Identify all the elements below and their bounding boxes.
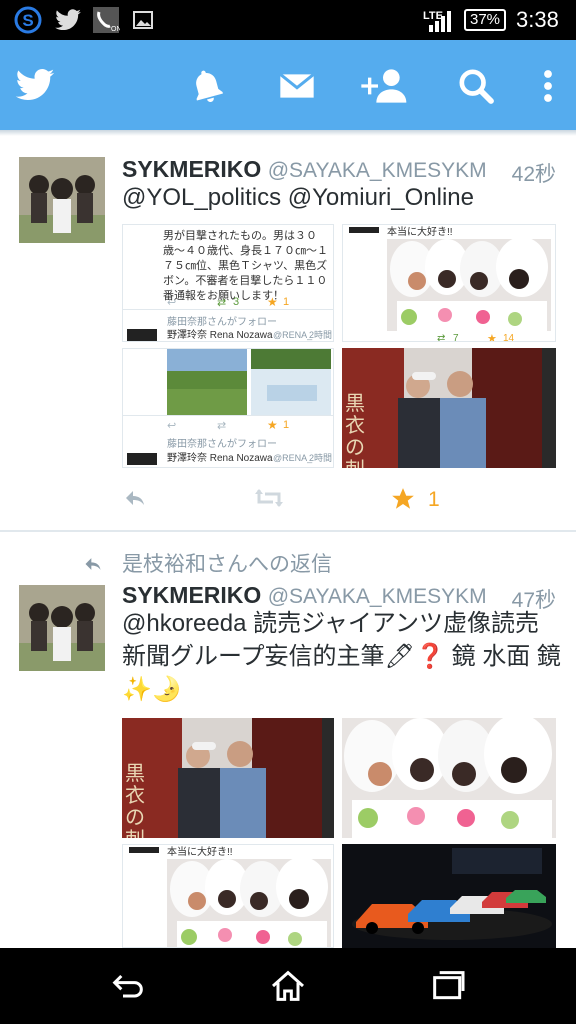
- author-handle: @SAYAKA_KMESYKM: [267, 585, 487, 608]
- svg-text:ON: ON: [111, 26, 120, 33]
- embedded-retweet-count: 3: [233, 296, 240, 308]
- mini-avatar-2: [127, 453, 157, 465]
- avatar-photo: [19, 585, 105, 671]
- embedded-retweet-icon-2: ⇄: [437, 333, 446, 342]
- wedding-photo: [387, 239, 551, 331]
- movie-poster-photo: [122, 718, 334, 838]
- system-nav-bar: [0, 948, 576, 1024]
- author-name[interactable]: SYKMERIKO: [122, 582, 261, 608]
- status-bar: S ON LTE 37% 3:38: [0, 0, 576, 40]
- embedded-time-ago-2: 2時間: [309, 453, 333, 463]
- embedded-time-ago: 2時間: [309, 330, 333, 340]
- embedded-retweet-count-2: 7: [453, 333, 459, 342]
- embedded-user-name-2: 野澤玲奈 Rena Nozawa: [167, 453, 273, 464]
- embedded-user-handle-2: @RENA_: [273, 453, 313, 463]
- tweet-author-line: SYKMERIKO @SAYAKA_KMESYKM: [122, 582, 487, 609]
- embedded-star-icon-2: ★: [487, 333, 497, 342]
- embedded-reply-icon-2: ↩: [167, 420, 177, 432]
- home-icon[interactable]: [268, 966, 308, 1006]
- media-movie-poster-photo[interactable]: 黒衣の刺: [122, 718, 334, 838]
- embedded-fav-count-3: 1: [283, 419, 290, 431]
- movie-poster-photo: [342, 348, 556, 468]
- embedded-fav-count: 1: [283, 296, 290, 308]
- wedding-photo: [342, 718, 556, 838]
- racecars-photo: [342, 844, 556, 948]
- call-on-icon: ON: [93, 7, 120, 33]
- twitter-notification-icon: [55, 9, 81, 31]
- embedded-star-icon-3: ★: [267, 418, 278, 432]
- app-s-icon: S: [14, 6, 42, 34]
- tweet-text: @hkoreeda 読売ジャイアンツ虚像読売新聞グループ妄信的主筆🖊❓ 鏡 水面…: [122, 610, 561, 703]
- author-name[interactable]: SYKMERIKO: [122, 156, 261, 182]
- embedded-star-icon: ★: [267, 295, 278, 309]
- media-wedding-screenshot[interactable]: 本当に大好き!!: [122, 844, 334, 948]
- media-movie-poster-photo[interactable]: 黒衣の刺: [342, 348, 556, 468]
- embedded-post-text: 男が目撃されたもの。男は３０歳〜４０歳代、身長１７０㎝〜１７５㎝位、黒色Ｔシャツ…: [163, 230, 328, 302]
- follow-note-2: 藤田奈那さんがフォロー: [167, 439, 277, 450]
- media-wedding-screenshot[interactable]: 本当に大好き!! ⇄ 7 ★ 14: [342, 224, 556, 342]
- embedded-retweet-icon-3: ⇄: [217, 420, 227, 432]
- recent-apps-icon[interactable]: [428, 966, 468, 1006]
- twitter-action-bar: [0, 40, 576, 130]
- reply-context[interactable]: 是枝裕和さんへの返信: [122, 548, 332, 578]
- media-racecars-photo[interactable]: [342, 844, 556, 948]
- embedded-user-handle: @RENA_: [273, 330, 313, 340]
- avatar[interactable]: [19, 585, 105, 671]
- overflow-menu-icon[interactable]: [530, 65, 566, 107]
- favorite-count: 1: [428, 488, 440, 511]
- avatar[interactable]: [19, 157, 105, 243]
- media-wedding-photo[interactable]: [342, 718, 556, 838]
- svg-text:S: S: [22, 11, 33, 30]
- tweet-item[interactable]: SYKMERIKO @SAYAKA_KMESYKM 42秒 @YOL_polit…: [0, 136, 576, 530]
- embedded-user-name: 野澤玲奈 Rena Nozawa: [167, 330, 273, 341]
- tweet-item[interactable]: 是枝裕和さんへの返信 SYKMERIKO @SAYAKA_KMESYKM 47秒…: [0, 532, 576, 948]
- tweet-text: @YOL_politics @Yomiuri_Online: [122, 184, 474, 211]
- author-handle: @SAYAKA_KMESYKM: [267, 159, 487, 182]
- signal-icon: [429, 11, 451, 32]
- wedding-photo-small: [167, 859, 331, 947]
- media-screenshot-1[interactable]: 男が目撃されたもの。男は３０歳〜４０歳代、身長１７０㎝〜１７５㎝位、黒色Ｔシャツ…: [122, 224, 334, 342]
- reply-context-icon: [85, 558, 101, 570]
- notifications-bell-icon[interactable]: [188, 65, 226, 107]
- media-screenshot-2[interactable]: ↩ ⇄ ★ 1 藤田奈那さんがフォロー 野澤玲奈 Rena Nozawa @RE…: [122, 348, 334, 468]
- image-icon: [133, 11, 153, 29]
- landscape-photos: [167, 349, 331, 415]
- embedded-reply-icon: ↩: [167, 297, 177, 309]
- embedded-fav-count-2: 14: [503, 333, 515, 342]
- battery-indicator: 37%: [464, 9, 506, 31]
- caption-text: 本当に大好き!!: [167, 847, 233, 858]
- favorite-star-icon[interactable]: [390, 486, 416, 512]
- add-user-icon[interactable]: [358, 65, 408, 107]
- poster-text: 黒衣の刺: [125, 763, 145, 838]
- reply-icon[interactable]: [122, 486, 148, 510]
- retweet-icon[interactable]: [254, 486, 284, 510]
- battery-percent: 37%: [469, 11, 501, 28]
- back-icon[interactable]: [108, 966, 148, 1006]
- poster-text: 黒衣の刺: [345, 393, 365, 468]
- embedded-retweet-icon: ⇄: [217, 297, 227, 309]
- messages-envelope-icon[interactable]: [277, 65, 317, 107]
- clock: 3:38: [516, 7, 559, 32]
- caption-text: 本当に大好き!!: [387, 227, 453, 238]
- mini-avatar: [127, 329, 157, 341]
- twitter-home-icon[interactable]: [14, 64, 56, 106]
- avatar-photo: [19, 157, 105, 243]
- search-icon[interactable]: [456, 65, 496, 107]
- tweet-author-line: SYKMERIKO @SAYAKA_KMESYKM: [122, 156, 487, 183]
